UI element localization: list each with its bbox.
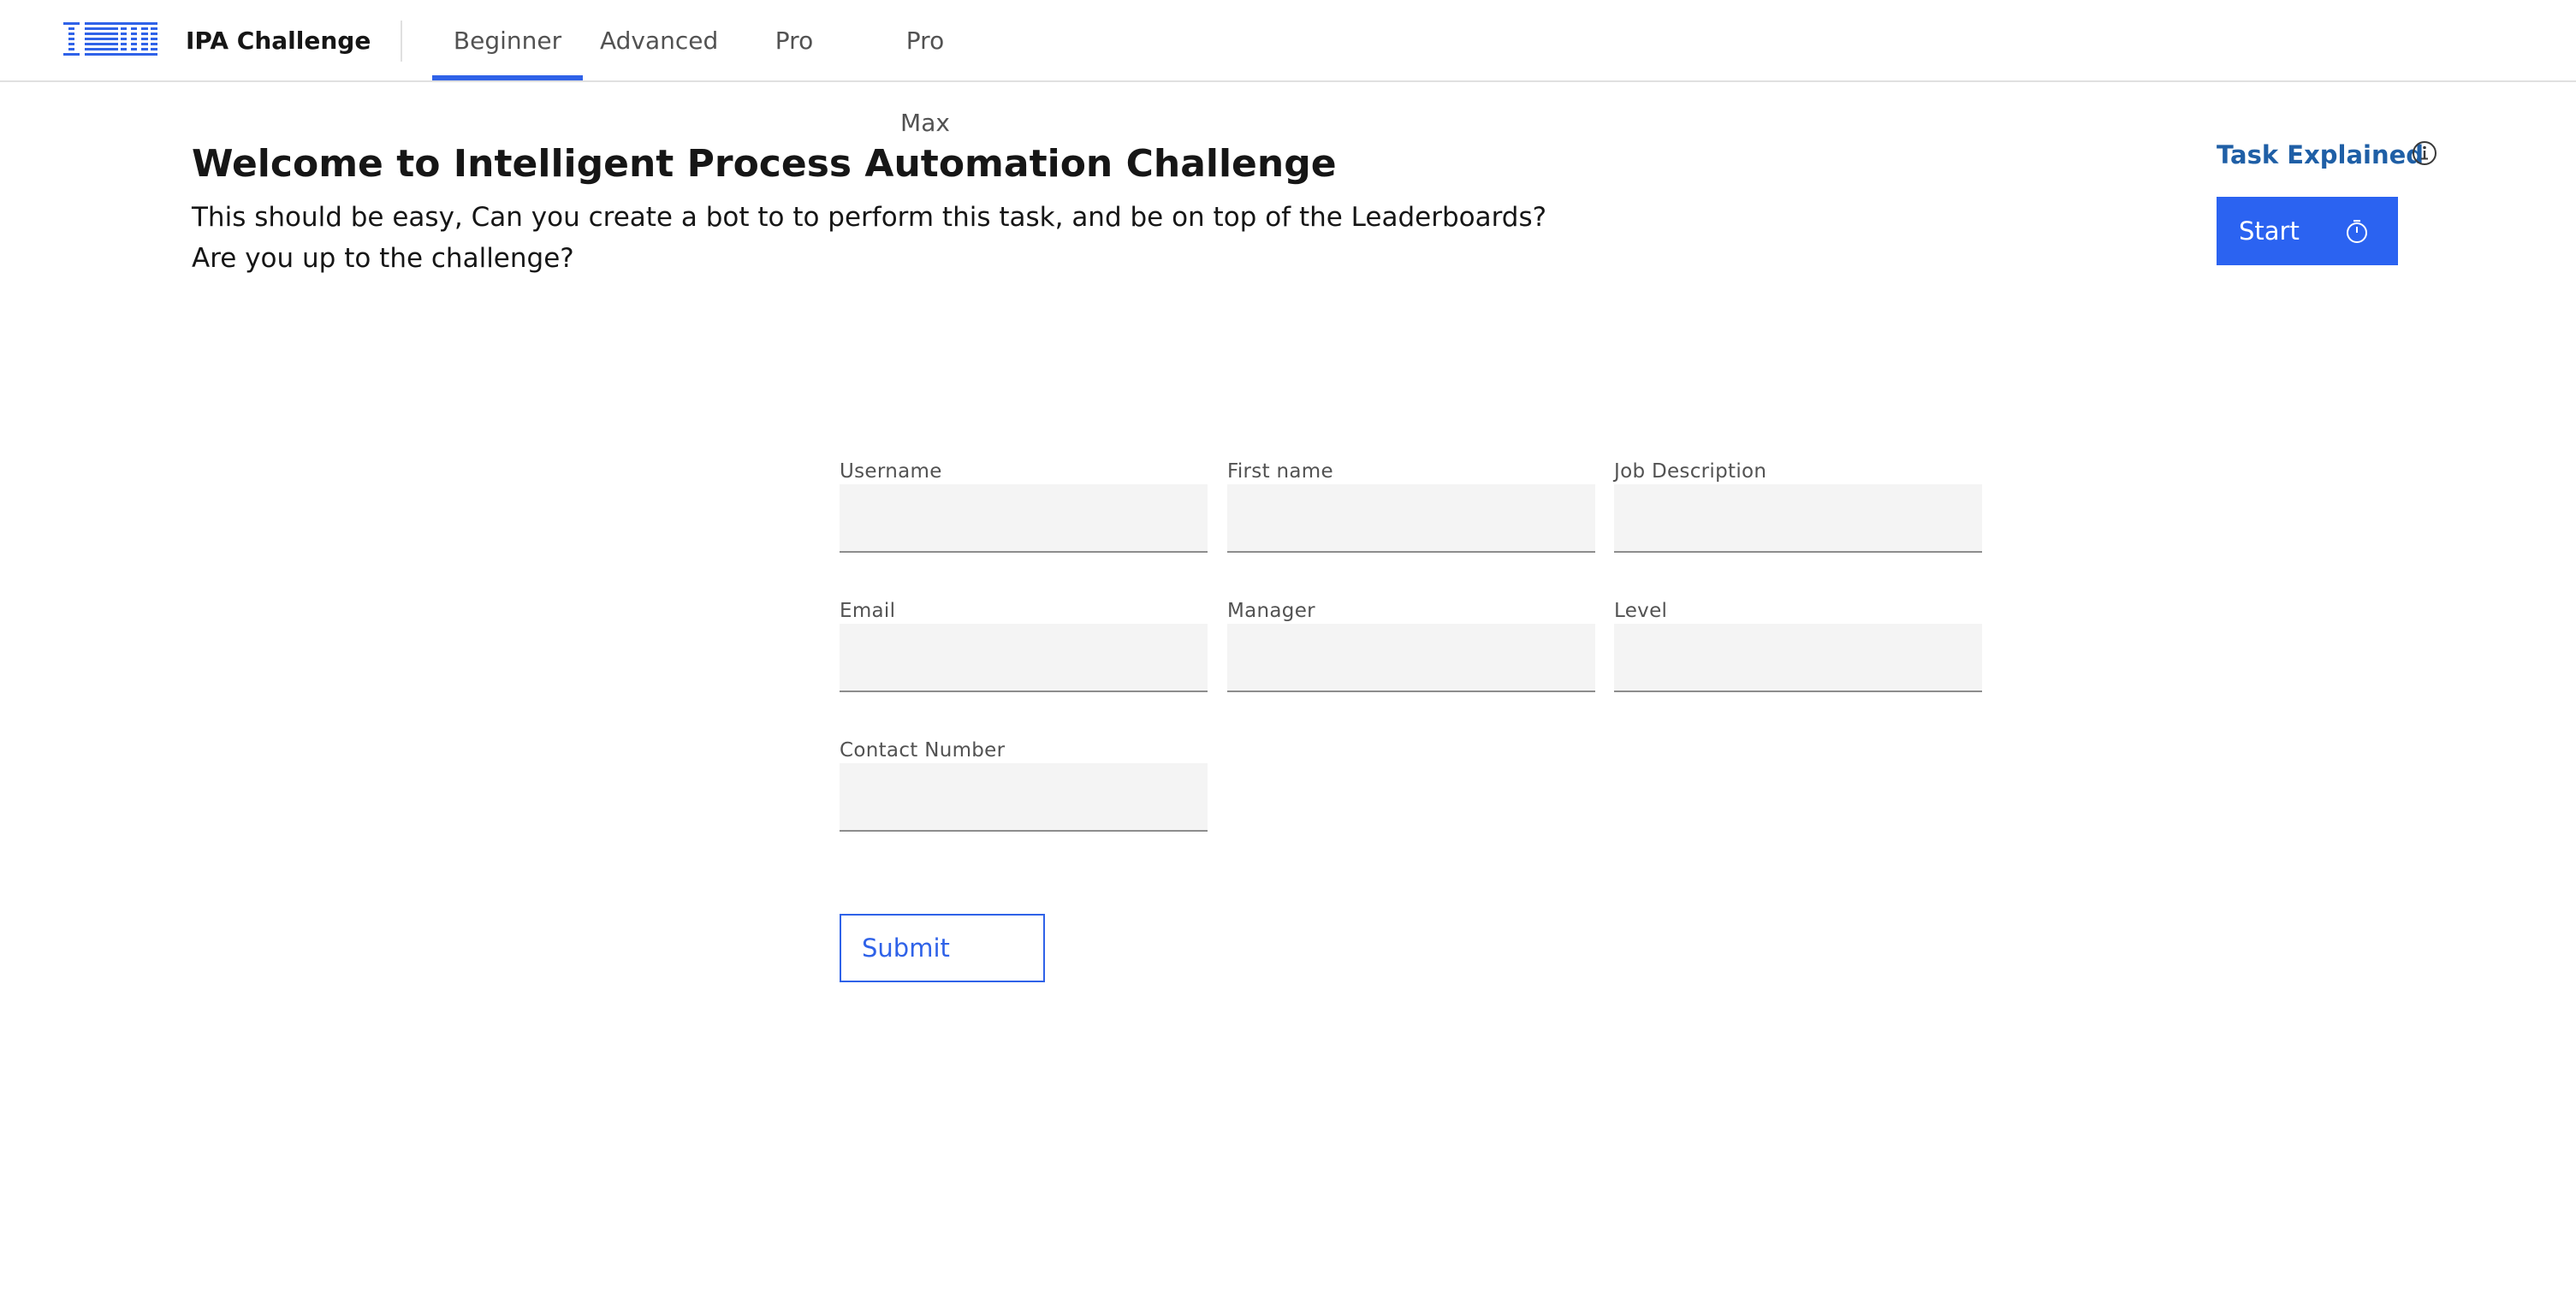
timer-icon: [2347, 220, 2367, 243]
tab-pro[interactable]: Pro: [773, 0, 816, 82]
submit-button[interactable]: Submit: [840, 914, 1045, 982]
job-description-label: Job Description: [1614, 460, 1767, 483]
header-divider: [401, 21, 402, 62]
username-field-group: Username: [840, 459, 1208, 553]
start-button-label: Start: [2239, 216, 2300, 246]
start-button[interactable]: Start: [2217, 197, 2398, 265]
job-description-input[interactable]: [1614, 484, 1982, 553]
email-field-group: Email: [840, 598, 1208, 692]
ibm-logo[interactable]: [63, 22, 157, 58]
username-label: Username: [840, 460, 942, 483]
task-explained-link[interactable]: Task Explained: [2217, 137, 2424, 173]
intro-text: This should be easy, Can you create a bo…: [192, 197, 1546, 279]
manager-input[interactable]: [1227, 624, 1595, 692]
email-input[interactable]: [840, 624, 1208, 692]
level-label: Level: [1614, 600, 1668, 622]
intro-line-1: This should be easy, Can you create a bo…: [192, 202, 1547, 233]
first-name-field-group: First name: [1227, 459, 1595, 553]
tab-pro-max[interactable]: Pro Max: [879, 0, 971, 137]
level-input[interactable]: [1614, 624, 1982, 692]
username-input[interactable]: [840, 484, 1208, 553]
page-title: Welcome to Intelligent Process Automatio…: [192, 142, 1337, 186]
intro-line-2: Are you up to the challenge?: [192, 243, 574, 274]
first-name-input[interactable]: [1227, 484, 1595, 553]
info-icon[interactable]: [2411, 139, 2438, 167]
tab-beginner[interactable]: Beginner: [432, 0, 583, 82]
contact-number-label: Contact Number: [840, 739, 1006, 762]
manager-label: Manager: [1227, 600, 1315, 622]
contact-number-field-group: Contact Number: [840, 738, 1208, 832]
tab-advanced[interactable]: Advanced: [600, 0, 718, 82]
level-field-group: Level: [1614, 598, 1982, 692]
contact-number-input[interactable]: [840, 763, 1208, 832]
top-nav-bar: IPA Challenge Beginner Advanced Pro Pro …: [0, 0, 2576, 137]
email-label: Email: [840, 600, 896, 622]
app-name[interactable]: IPA Challenge: [186, 0, 371, 82]
first-name-label: First name: [1227, 460, 1333, 483]
manager-field-group: Manager: [1227, 598, 1595, 692]
job-description-field-group: Job Description: [1614, 459, 1982, 553]
